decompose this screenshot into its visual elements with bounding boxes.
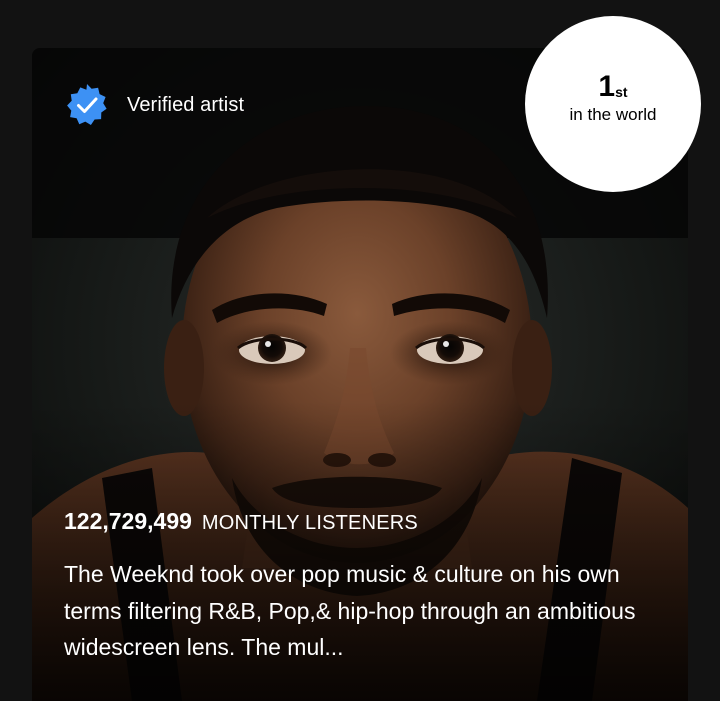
world-rank-suffix: st: [615, 84, 628, 100]
world-rank-caption: in the world: [569, 105, 657, 124]
verified-badge-icon: [67, 84, 107, 125]
world-rank-number: 1: [598, 70, 616, 103]
monthly-listeners-count: 122,729,499: [64, 508, 192, 534]
verified-artist-indicator: Verified artist: [64, 82, 244, 128]
artist-bio: The Weeknd took over pop music & culture…: [64, 561, 636, 660]
world-rank-badge[interactable]: 1 st in the world: [525, 16, 701, 192]
world-rank: 1 st: [525, 72, 701, 102]
monthly-listeners-label: MONTHLY LISTENERS: [201, 512, 418, 534]
artist-about-section: Verified artist 122,729,499 MONTHLY LIST…: [0, 0, 720, 701]
monthly-listeners: 122,729,499 MONTHLY LISTENERS: [64, 508, 418, 535]
verified-artist-label: Verified artist: [127, 93, 245, 116]
